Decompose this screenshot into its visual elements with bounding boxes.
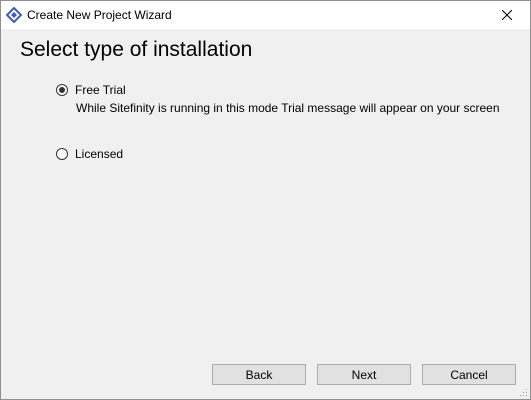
back-button[interactable]: Back: [212, 364, 306, 385]
wizard-content: Select type of installation Free Trial W…: [1, 29, 530, 399]
licensed-label[interactable]: Licensed: [75, 147, 123, 161]
licensed-radio[interactable]: [56, 148, 68, 160]
cancel-button[interactable]: Cancel: [422, 364, 516, 385]
free-trial-radio[interactable]: [56, 84, 68, 96]
free-trial-description: While Sitefinity is running in this mode…: [76, 101, 500, 115]
page-title: Select type of installation: [20, 38, 253, 61]
title-bar[interactable]: Create New Project Wizard: [1, 1, 530, 29]
wizard-window: Create New Project Wizard Select type of…: [0, 0, 531, 400]
radio-selected-dot: [59, 87, 65, 93]
resize-grip-icon[interactable]: [518, 387, 528, 397]
free-trial-label[interactable]: Free Trial: [75, 83, 126, 97]
close-icon: [502, 10, 512, 20]
next-button[interactable]: Next: [317, 364, 411, 385]
window-title: Create New Project Wizard: [27, 8, 172, 22]
sitefinity-logo-icon: [6, 7, 22, 23]
close-button[interactable]: [484, 1, 530, 29]
